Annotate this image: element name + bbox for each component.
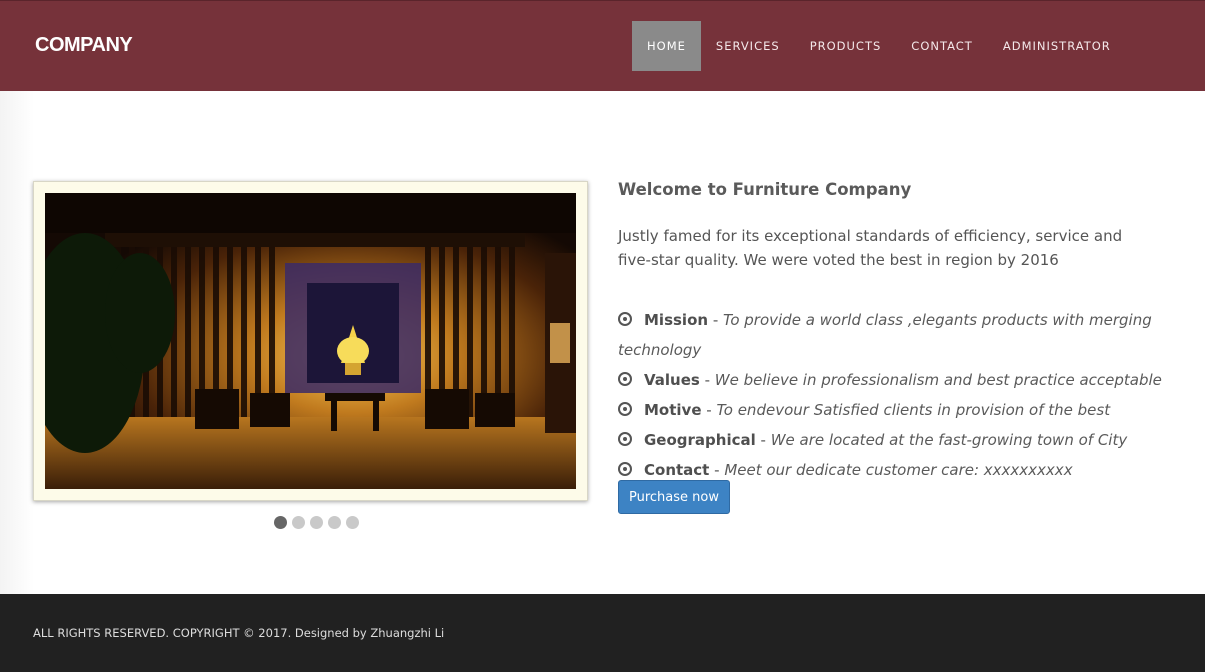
feature-name: Geographical	[644, 431, 756, 449]
feature-desc: To endevour Satisfied clients in provisi…	[716, 401, 1111, 419]
nav-home[interactable]: HOME	[632, 21, 701, 71]
feature-item-geographical: Geographical - We are located at the fas…	[618, 425, 1178, 455]
feature-separator: -	[755, 431, 771, 449]
target-bullet-icon	[618, 312, 632, 326]
target-bullet-icon	[618, 372, 632, 386]
target-bullet-icon	[618, 432, 632, 446]
feature-name: Values	[644, 371, 700, 389]
copyright-text: ALL RIGHTS RESERVED. COPYRIGHT © 2017. D…	[33, 626, 445, 640]
slider-dot-1[interactable]	[274, 516, 287, 529]
feature-separator: -	[701, 401, 717, 419]
feature-name: Contact	[644, 461, 710, 479]
feature-desc: We believe in professionalism and best p…	[714, 371, 1162, 389]
welcome-heading: Welcome to Furniture Company	[618, 180, 912, 199]
feature-desc: We are located at the fast-growing town …	[770, 431, 1128, 449]
purchase-now-button[interactable]: Purchase now	[618, 480, 730, 514]
brand-logo[interactable]: COMPANY	[35, 34, 133, 57]
feature-name: Motive	[644, 401, 702, 419]
feature-separator: -	[708, 311, 724, 329]
slide-image[interactable]	[45, 193, 576, 489]
furniture-showroom-image	[45, 193, 576, 489]
feature-separator: -	[709, 461, 725, 479]
main-nav: HOME SERVICES PRODUCTS CONTACT ADMINISTR…	[632, 21, 1126, 71]
slider-dot-4[interactable]	[328, 516, 341, 529]
nav-products[interactable]: PRODUCTS	[795, 21, 897, 71]
slider-dot-3[interactable]	[310, 516, 323, 529]
feature-item-mission: Mission - To provide a world class ,eleg…	[618, 305, 1178, 365]
slider-dot-2[interactable]	[292, 516, 305, 529]
target-bullet-icon	[618, 462, 632, 476]
nav-administrator[interactable]: ADMINISTRATOR	[988, 21, 1126, 71]
feature-separator: -	[699, 371, 715, 389]
image-slider	[33, 181, 588, 501]
nav-services[interactable]: SERVICES	[701, 21, 795, 71]
page-side-shade	[0, 91, 34, 594]
intro-text: Justly famed for its exceptional standar…	[618, 227, 1123, 269]
slider-dot-5[interactable]	[346, 516, 359, 529]
feature-item-values: Values - We believe in professionalism a…	[618, 365, 1178, 395]
about-section: Welcome to Furniture Company Justly fame…	[618, 180, 1178, 485]
page-footer: ALL RIGHTS RESERVED. COPYRIGHT © 2017. D…	[0, 594, 1205, 672]
slider-pagination	[274, 516, 359, 529]
top-navbar: COMPANY HOME SERVICES PRODUCTS CONTACT A…	[0, 0, 1205, 91]
target-bullet-icon	[618, 402, 632, 416]
nav-contact[interactable]: CONTACT	[896, 21, 988, 71]
feature-name: Mission	[644, 311, 709, 329]
feature-desc: Meet our dedicate customer care: xxxxxxx…	[724, 461, 1073, 479]
feature-list: Mission - To provide a world class ,eleg…	[618, 305, 1178, 485]
feature-item-motive: Motive - To endevour Satisfied clients i…	[618, 395, 1178, 425]
